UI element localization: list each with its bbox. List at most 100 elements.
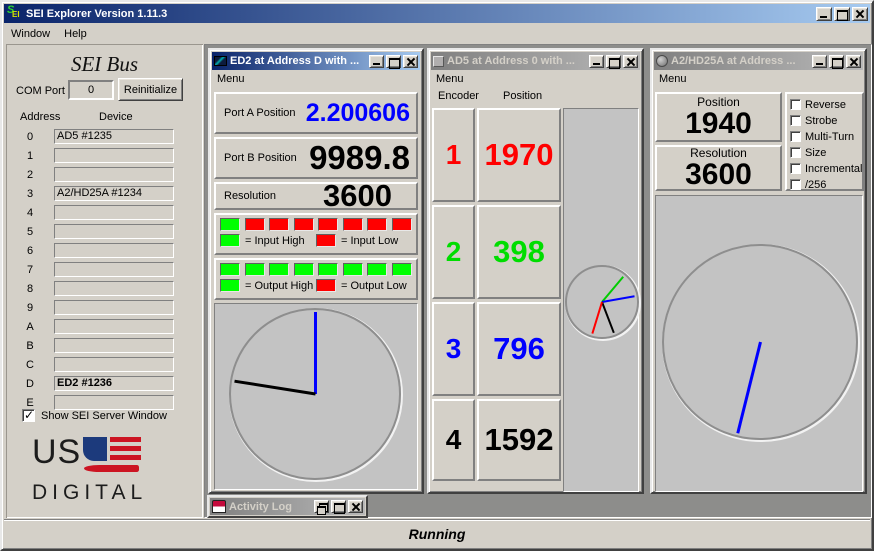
address-label: 8 <box>6 283 54 295</box>
menu-help[interactable]: Help <box>57 26 94 42</box>
ed2-client: Port A Position 2.200606 Port B Position… <box>212 88 420 490</box>
checkbox[interactable] <box>790 179 801 190</box>
address-row: 5 <box>6 224 203 239</box>
device-field[interactable] <box>54 148 174 163</box>
led-indicator <box>367 263 387 276</box>
device-field[interactable] <box>54 395 174 410</box>
com-port-field[interactable]: 0 <box>68 80 114 100</box>
checkbox[interactable] <box>790 131 801 142</box>
activity-log-restore-button[interactable] <box>314 500 329 513</box>
ed2-titlebar[interactable]: ED2 at Address D with ... <box>212 52 420 70</box>
position-cell: 1592 <box>477 399 561 481</box>
ad5-menubar: Menu <box>431 70 640 88</box>
a2-menubar: Menu <box>654 70 863 88</box>
checkbox[interactable] <box>790 99 801 110</box>
position-cell: 1970 <box>477 108 561 202</box>
menu-window[interactable]: Window <box>4 26 57 42</box>
ed2-menu-item[interactable]: Menu <box>212 72 250 86</box>
ad5-menu-item[interactable]: Menu <box>431 72 469 86</box>
input-legend: = Input High= Input Low <box>220 234 412 247</box>
device-field[interactable] <box>54 357 174 372</box>
option-checkbox-row[interactable]: Strobe <box>790 114 859 127</box>
address-table: 0AD5 #1235123A2/HD25A #1234456789ABCDED2… <box>6 129 203 414</box>
option-checkbox-row[interactable]: Multi-Turn <box>790 130 859 143</box>
option-checkbox-row[interactable]: Size <box>790 146 859 159</box>
port-b-panel: Port B Position 9989.8 <box>214 137 418 179</box>
maximize-button[interactable] <box>834 7 850 21</box>
activity-log-window: Activity Log <box>207 495 368 518</box>
reinitialize-button[interactable]: Reinitialize <box>118 78 183 101</box>
main-titlebar[interactable]: S EI SEI Explorer Version 1.11.3 <box>4 4 870 23</box>
ad5-maximize-button[interactable] <box>606 55 621 68</box>
checkbox-label: Size <box>805 147 826 159</box>
address-row: 4 <box>6 205 203 220</box>
checkbox-label: Reverse <box>805 99 846 111</box>
led-indicator <box>220 218 240 231</box>
ed2-minimize-button[interactable] <box>369 55 384 68</box>
ed2-close-button[interactable] <box>403 55 418 68</box>
address-row: E <box>6 395 203 410</box>
activity-log-maximize-button[interactable] <box>331 500 346 513</box>
a2-maximize-button[interactable] <box>829 55 844 68</box>
a2-minimize-button[interactable] <box>812 55 827 68</box>
a2-close-button[interactable] <box>846 55 861 68</box>
ad5-dial <box>563 108 639 492</box>
show-server-checkbox[interactable] <box>22 409 35 422</box>
address-label: E <box>6 397 54 409</box>
device-field[interactable] <box>54 167 174 182</box>
device-field[interactable] <box>54 300 174 315</box>
option-checkbox-row[interactable]: /256 <box>790 178 859 191</box>
checkbox[interactable] <box>790 163 801 174</box>
activity-log-titlebar[interactable]: Activity Log <box>210 498 365 515</box>
ad5-titlebar[interactable]: AD5 at Address 0 with ... <box>431 52 640 70</box>
a2-client: Position 1940 Resolution 3600 ReverseStr… <box>654 88 863 490</box>
device-field[interactable] <box>54 205 174 220</box>
minimize-button[interactable] <box>816 7 832 21</box>
device-field[interactable]: AD5 #1235 <box>54 129 174 144</box>
device-field[interactable]: ED2 #1236 <box>54 376 174 391</box>
address-label: 5 <box>6 226 54 238</box>
led-indicator <box>343 218 363 231</box>
checkbox[interactable] <box>790 115 801 126</box>
us-flag-icon <box>83 437 143 479</box>
device-field[interactable] <box>54 281 174 296</box>
address-label: 9 <box>6 302 54 314</box>
port-a-label: Port A Position <box>216 107 296 119</box>
activity-log-icon <box>212 500 226 513</box>
sei-bus-title: SEI Bus <box>6 52 203 77</box>
checkbox-label: Strobe <box>805 115 837 127</box>
activity-log-close-button[interactable] <box>348 500 363 513</box>
led-indicator <box>245 218 265 231</box>
legend-swatch <box>220 234 240 247</box>
device-field[interactable]: A2/HD25A #1234 <box>54 186 174 201</box>
ad5-minimize-button[interactable] <box>589 55 604 68</box>
led-indicator <box>294 218 314 231</box>
address-row: 7 <box>6 262 203 277</box>
device-field[interactable] <box>54 319 174 334</box>
address-header: Address <box>20 111 60 123</box>
ad5-position-column: 19703987961592 <box>477 108 561 484</box>
device-field[interactable] <box>54 262 174 277</box>
checkbox[interactable] <box>790 147 801 158</box>
option-checkbox-row[interactable]: Reverse <box>790 98 859 111</box>
ed2-resolution-panel: Resolution 3600 <box>214 182 418 210</box>
address-row: 1 <box>6 148 203 163</box>
a2-titlebar[interactable]: A2/HD25A at Address ... <box>654 52 863 70</box>
port-b-value: 9989.8 <box>297 139 416 177</box>
a2-window-title: A2/HD25A at Address ... <box>671 55 809 67</box>
a2-position-panel: Position 1940 <box>655 92 782 142</box>
a2-menu-item[interactable]: Menu <box>654 72 692 86</box>
close-button[interactable] <box>852 7 868 21</box>
port-b-label: Port B Position <box>216 152 297 164</box>
option-checkbox-row[interactable]: Incremental <box>790 162 859 175</box>
ed2-maximize-button[interactable] <box>386 55 401 68</box>
ad5-close-button[interactable] <box>623 55 638 68</box>
device-field[interactable] <box>54 338 174 353</box>
led-indicator <box>220 263 240 276</box>
legend-swatch <box>316 279 336 292</box>
device-field[interactable] <box>54 243 174 258</box>
encoder-cell: 4 <box>432 399 475 481</box>
device-field[interactable] <box>54 224 174 239</box>
show-server-checkbox-row[interactable]: Show SEI Server Window <box>22 409 167 422</box>
led-indicator <box>392 263 412 276</box>
